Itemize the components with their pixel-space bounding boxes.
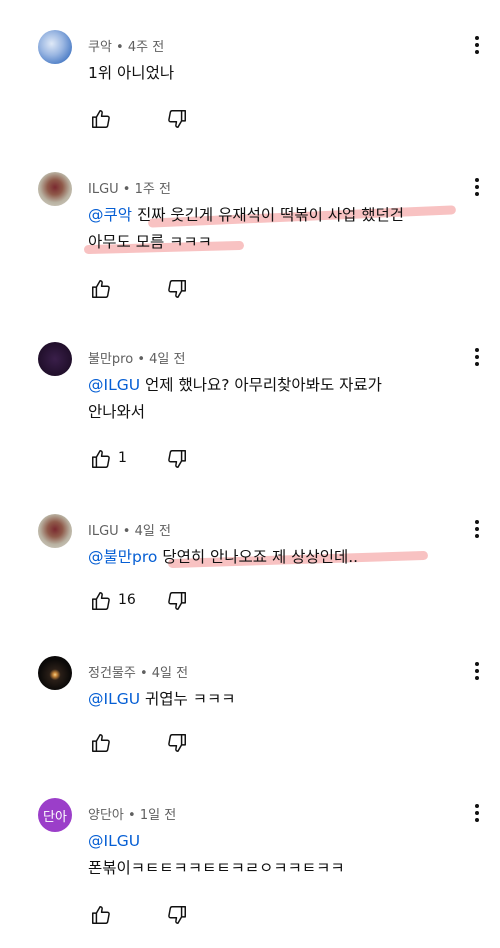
like-count: 16 [118,592,136,608]
thumbs-down-icon[interactable] [166,732,188,754]
timestamp[interactable]: 4일 전 [135,524,171,539]
thumbs-down-icon[interactable] [166,108,188,130]
author-name[interactable]: 불만pro [88,352,133,367]
author-name[interactable]: ILGU [88,182,119,197]
avatar[interactable] [38,656,72,690]
comment-line-text: 귀엽누 ㅋㅋㅋ [145,690,236,708]
comment-line-text: 진짜 웃긴게 유재석이 떡볶이 사업 했던건 [136,206,405,224]
avatar[interactable] [38,514,72,548]
timestamp[interactable]: 4주 전 [128,40,164,55]
more-vert-icon[interactable] [470,660,484,682]
comment-line-text: 당연히 안나오죠 제 상상인데.. [162,548,359,566]
more-vert-icon[interactable] [470,346,484,368]
separator: • [123,808,140,823]
comment-text: @ILGU 폰볶이ㅋㅌㅌㅋㅋㅌㅌㅋㄹㅇㅋㅋㅌㅋㅋ [88,828,345,882]
comment-line: 안나와서 [88,403,146,421]
more-vert-icon[interactable] [470,802,484,824]
thumbs-up-icon[interactable] [90,904,112,926]
timestamp[interactable]: 4일 전 [149,352,185,367]
comment-line: @쿠악 진짜 웃긴게 유재석이 떡볶이 사업 했던건 [88,202,404,229]
author-name[interactable]: 정건물주 [88,666,136,681]
separator: • [118,182,135,197]
timestamp[interactable]: 1주 전 [135,182,171,197]
comment-line-text: 언제 했나요? 아무리찾아봐도 자료가 [145,376,382,394]
timestamp[interactable]: 1일 전 [140,808,176,823]
separator: • [135,666,152,681]
thumbs-up-icon[interactable] [90,108,112,130]
thumbs-down-icon[interactable] [166,448,188,470]
separator: • [118,524,135,539]
comment-header: ILGU • 1주 전 [88,178,171,197]
comment-line: @ILGU 귀엽누 ㅋㅋㅋ [88,686,236,713]
separator: • [111,40,128,55]
mention-link[interactable]: @ILGU [88,376,140,394]
avatar[interactable] [38,172,72,206]
like-count: 1 [118,450,127,466]
comment-text: @불만pro 당연히 안나오죠 제 상상인데.. [88,544,358,571]
author-name[interactable]: 양단아 [88,808,124,823]
mention-link[interactable]: @ILGU [88,690,140,708]
avatar[interactable]: 단아 [38,798,72,832]
thumbs-up-icon[interactable] [90,590,112,612]
thumbs-up-icon[interactable] [90,448,112,470]
thumbs-up-icon[interactable] [90,278,112,300]
avatar[interactable] [38,342,72,376]
mention-link[interactable]: @ILGU [88,832,140,850]
comment-line: 1위 아니었나 [88,64,175,82]
separator: • [133,352,150,367]
comment-text: 1위 아니었나 [88,60,174,87]
comment-header: 불만pro • 4일 전 [88,348,185,367]
author-name[interactable]: 쿠악 [88,40,112,55]
author-name[interactable]: ILGU [88,524,119,539]
comment-line: @ILGU [88,828,345,855]
comment-header: 정건물주 • 4일 전 [88,662,188,681]
avatar-initials: 단아 [43,809,67,825]
comment-text: @ILGU 귀엽누 ㅋㅋㅋ [88,686,236,713]
comment-line: 아무도 모름 ㅋㅋㅋ [88,233,212,251]
comment-line: @불만pro 당연히 안나오죠 제 상상인데.. [88,544,358,571]
comment-header: 양단아 • 1일 전 [88,804,176,823]
comment-header: 쿠악 • 4주 전 [88,36,164,55]
thumbs-down-icon[interactable] [166,278,188,300]
timestamp[interactable]: 4일 전 [152,666,188,681]
thumbs-up-icon[interactable] [90,732,112,754]
comment-header: ILGU • 4일 전 [88,520,171,539]
comment-text: @ILGU 언제 했나요? 아무리찾아봐도 자료가 안나와서 [88,372,382,426]
thumbs-down-icon[interactable] [166,904,188,926]
comment-line: @ILGU 언제 했나요? 아무리찾아봐도 자료가 [88,372,382,399]
thumbs-down-icon[interactable] [166,590,188,612]
mention-link[interactable]: @불만pro [88,548,157,566]
avatar[interactable] [38,30,72,64]
comment-text: @쿠악 진짜 웃긴게 유재석이 떡볶이 사업 했던건 아무도 모름 ㅋㅋㅋ [88,202,404,256]
more-vert-icon[interactable] [470,518,484,540]
more-vert-icon[interactable] [470,34,484,56]
mention-link[interactable]: @쿠악 [88,206,132,224]
more-vert-icon[interactable] [470,176,484,198]
comment-line: 폰볶이ㅋㅌㅌㅋㅋㅌㅌㅋㄹㅇㅋㅋㅌㅋㅋ [88,859,345,877]
